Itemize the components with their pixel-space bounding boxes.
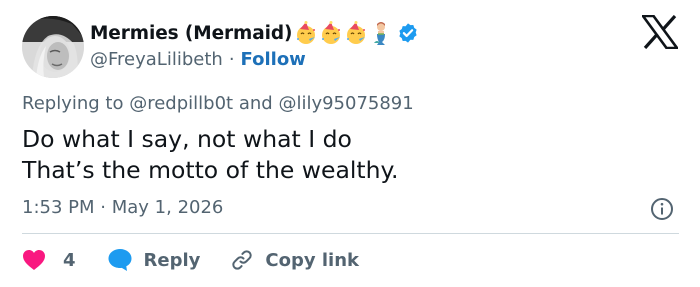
reply-label: Reply [143, 249, 201, 271]
mention-link[interactable]: @lily95075891 [278, 93, 413, 114]
name-emojis [294, 21, 394, 45]
avatar-image [22, 16, 84, 78]
timestamp[interactable]: 1:53 PM · May 1, 2026 [22, 197, 223, 218]
tweet-line: Do what I say, not what I do [22, 125, 352, 153]
separator-dot: · [100, 197, 106, 218]
info-icon[interactable] [650, 197, 674, 221]
copy-link-button[interactable]: Copy link [230, 248, 359, 272]
avatar[interactable] [22, 16, 84, 78]
reply-context: Replying to @redpillb0t and @lily9507589… [22, 93, 414, 114]
follow-button[interactable]: Follow [241, 49, 306, 70]
like-count: 4 [63, 249, 76, 271]
reply-prefix: Replying to [22, 93, 124, 114]
mention-link[interactable]: @redpillb0t [129, 93, 233, 114]
like-button[interactable]: 4 [22, 249, 76, 271]
tweet-line: That’s the motto of the wealthy. [22, 156, 399, 184]
tweet-time: 1:53 PM [22, 197, 95, 218]
handle-row: @FreyaLilibeth · Follow [90, 49, 306, 70]
party-face-emoji-icon [297, 21, 316, 44]
copy-link-label: Copy link [265, 249, 359, 271]
action-bar: 4 Reply Copy link [22, 245, 389, 275]
divider [22, 233, 679, 234]
tweet-date: May 1, 2026 [111, 197, 224, 218]
reply-connector: and [238, 93, 273, 114]
author-handle[interactable]: @FreyaLilibeth [90, 49, 223, 70]
link-icon [232, 250, 253, 270]
heart-icon [23, 250, 45, 270]
speech-bubble-icon [108, 249, 132, 271]
mermaid-emoji-icon [374, 22, 386, 45]
verified-badge-icon [399, 23, 417, 43]
tweet-body: Do what I say, not what I do That’s the … [22, 124, 399, 186]
display-name[interactable]: Mermies (Mermaid) [90, 23, 292, 44]
author-name-row: Mermies (Mermaid) [90, 20, 419, 46]
separator-dot: · [228, 49, 235, 70]
party-face-emoji-icon [347, 21, 366, 44]
party-face-emoji-icon [322, 21, 341, 44]
reply-button[interactable]: Reply [107, 248, 201, 272]
x-logo-icon[interactable] [642, 15, 678, 49]
